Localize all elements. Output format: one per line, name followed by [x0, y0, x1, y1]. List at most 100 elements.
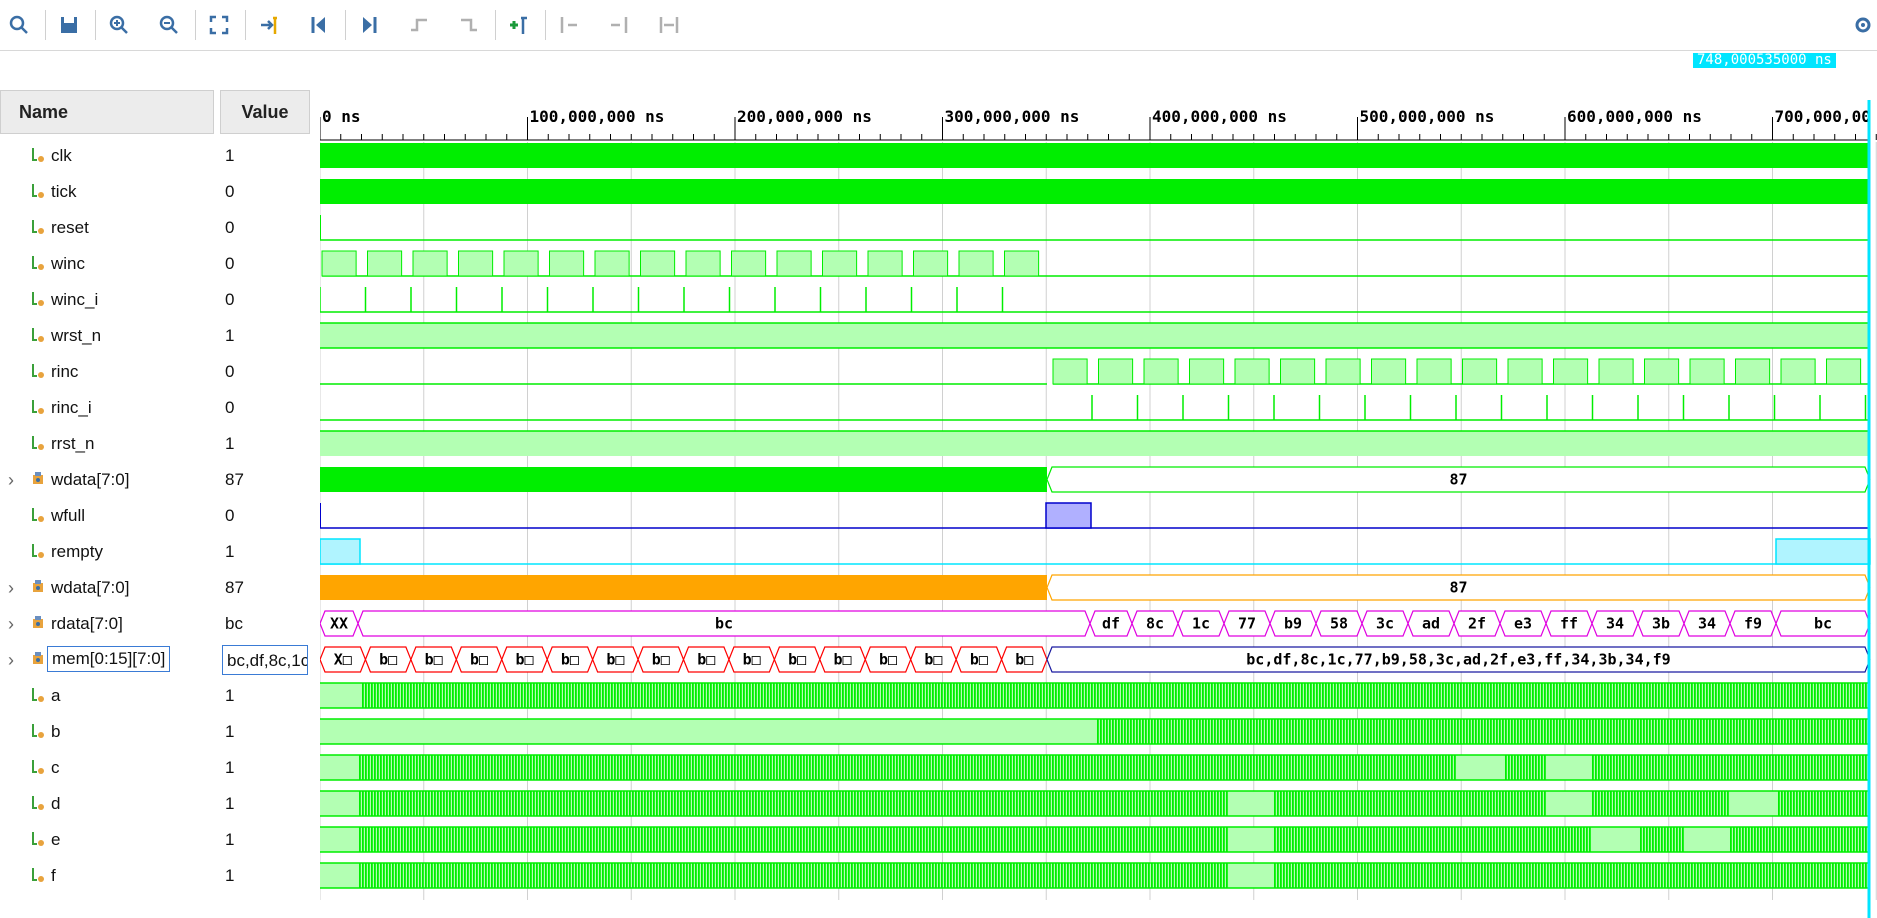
bit-toggle	[527, 863, 529, 888]
bit-toggle	[1010, 755, 1012, 780]
signal-row-wdata70[interactable]: › wdata[7:0]	[0, 570, 215, 606]
bit-toggle	[1421, 791, 1423, 816]
bit-toggle	[1118, 683, 1120, 708]
bit-toggle	[1196, 863, 1198, 888]
signal-row-a[interactable]: a	[0, 678, 215, 714]
zoom-fit-icon[interactable]	[202, 8, 236, 42]
signal-row-rempty[interactable]: rempty	[0, 534, 215, 570]
bit-toggle	[1835, 791, 1837, 816]
bit-toggle	[1586, 863, 1588, 888]
bit-toggle	[722, 683, 724, 708]
swap-cursors-icon[interactable]	[652, 8, 686, 42]
bit-toggle	[1478, 827, 1480, 852]
bit-toggle	[1661, 719, 1663, 744]
bit-toggle	[1475, 791, 1477, 816]
bit-toggle	[779, 827, 781, 852]
save-icon[interactable]	[52, 8, 86, 42]
bit-toggle	[1802, 827, 1804, 852]
bit-toggle	[470, 791, 472, 816]
zoom-out-icon[interactable]	[152, 8, 186, 42]
bit-toggle	[1475, 719, 1477, 744]
bit-toggle	[1454, 863, 1456, 888]
add-marker-icon[interactable]	[502, 8, 536, 42]
signal-row-e[interactable]: e	[0, 822, 215, 858]
bit-toggle	[1670, 791, 1672, 816]
bit-toggle	[1481, 827, 1483, 852]
bit-toggle	[1427, 755, 1429, 780]
value-column-header[interactable]: Value	[220, 90, 310, 134]
signal-row-clk[interactable]: clk	[0, 138, 215, 174]
gear-icon[interactable]	[1846, 8, 1877, 42]
name-column-header[interactable]: Name	[0, 90, 214, 134]
signal-row-winc_i[interactable]: winc_i	[0, 282, 215, 318]
bit-toggle	[1142, 791, 1144, 816]
next-marker-icon[interactable]	[602, 8, 636, 42]
expand-chevron-icon[interactable]: ›	[8, 470, 14, 491]
signal-row-mem01570[interactable]: › mem[0:15][7:0]	[0, 642, 215, 678]
wire-signal-icon	[30, 326, 46, 349]
bit-toggle	[1703, 719, 1705, 744]
bit-toggle	[1787, 827, 1789, 852]
next-transition-icon[interactable]	[452, 8, 486, 42]
signal-row-rdata70[interactable]: › rdata[7:0]	[0, 606, 215, 642]
bit-toggle	[1232, 683, 1234, 708]
bit-toggle	[1799, 863, 1801, 888]
bit-toggle	[1640, 683, 1642, 708]
bit-toggle	[1238, 755, 1240, 780]
signal-row-rrst_n[interactable]: rrst_n	[0, 426, 215, 462]
bit-toggle	[1496, 683, 1498, 708]
zoom-in-icon[interactable]	[102, 8, 136, 42]
bit-toggle	[680, 791, 682, 816]
signal-row-f[interactable]: f	[0, 858, 215, 894]
bit-toggle	[1601, 683, 1603, 708]
signal-row-reset[interactable]: reset	[0, 210, 215, 246]
bit-toggle	[848, 827, 850, 852]
search-icon[interactable]	[2, 8, 36, 42]
go-to-time-zero-icon[interactable]	[302, 8, 336, 42]
bit-toggle	[1121, 827, 1123, 852]
signal-row-rinc[interactable]: rinc	[0, 354, 215, 390]
bit-toggle	[1523, 683, 1525, 708]
bit-toggle	[1781, 863, 1783, 888]
signal-row-wfull[interactable]: wfull	[0, 498, 215, 534]
bit-toggle	[740, 755, 742, 780]
expand-chevron-icon[interactable]: ›	[8, 578, 14, 599]
bit-toggle	[1142, 755, 1144, 780]
bit-toggle	[659, 683, 661, 708]
signal-row-wdata70[interactable]: › wdata[7:0]	[0, 462, 215, 498]
bus-value-label: b□	[425, 651, 443, 669]
bit-toggle	[785, 755, 787, 780]
expand-chevron-icon[interactable]: ›	[8, 650, 14, 671]
bit-toggle	[1241, 755, 1243, 780]
bit-toggle	[1751, 719, 1753, 744]
previous-marker-icon[interactable]	[552, 8, 586, 42]
signal-row-wrst_n[interactable]: wrst_n	[0, 318, 215, 354]
bit-toggle	[1034, 683, 1036, 708]
bit-toggle	[1613, 719, 1615, 744]
previous-transition-icon[interactable]	[402, 8, 436, 42]
bit-toggle	[1373, 827, 1375, 852]
expand-chevron-icon[interactable]: ›	[8, 614, 14, 635]
bit-toggle	[1466, 827, 1468, 852]
go-to-last-time-icon[interactable]	[352, 8, 386, 42]
bit-toggle	[1325, 827, 1327, 852]
bit-toggle	[1532, 827, 1534, 852]
rinc-pulse	[1143, 358, 1179, 385]
signal-row-c[interactable]: c	[0, 750, 215, 786]
bit-toggle	[1055, 863, 1057, 888]
bit-toggle	[1070, 863, 1072, 888]
go-to-cursor-icon[interactable]	[252, 8, 286, 42]
signal-row-rinc_i[interactable]: rinc_i	[0, 390, 215, 426]
bit-toggle	[365, 791, 367, 816]
signal-row-b[interactable]: b	[0, 714, 215, 750]
bit-toggle	[1796, 863, 1798, 888]
waveform-area[interactable]: 0 ns 100,000,000 ns 200,000,000 ns 300,000,…	[320, 100, 1877, 918]
bit-toggle	[1067, 863, 1069, 888]
bit-toggle	[1079, 755, 1081, 780]
bit-toggle	[1145, 863, 1147, 888]
bit-toggle	[1565, 719, 1567, 744]
bit-toggle	[1043, 755, 1045, 780]
signal-row-winc[interactable]: winc	[0, 246, 215, 282]
signal-row-d[interactable]: d	[0, 786, 215, 822]
signal-row-tick[interactable]: tick	[0, 174, 215, 210]
